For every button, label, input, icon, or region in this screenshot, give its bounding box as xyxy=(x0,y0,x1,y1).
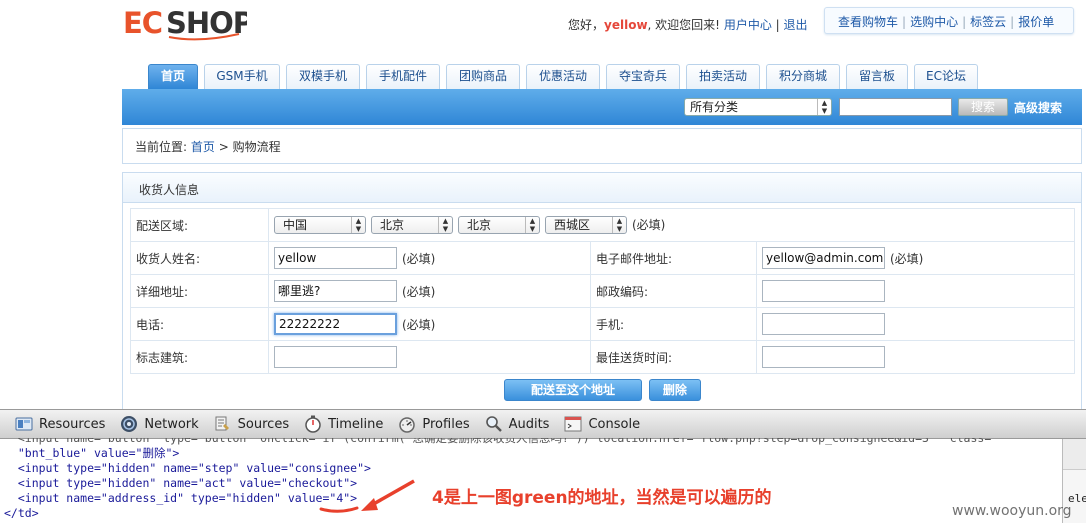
nav-tab-points-mall[interactable]: 积分商城 xyxy=(766,64,840,89)
name-label: 收货人姓名: xyxy=(130,241,269,275)
breadcrumb-home-link[interactable]: 首页 xyxy=(191,140,215,154)
console-icon xyxy=(564,416,582,432)
region-cell: 中国 ▲ ▼ 北京 ▲ ▼ 北京 ▲ ▼ 西城区 ▲ ▼ (必填) xyxy=(268,208,1075,242)
audits-magnifier-icon xyxy=(485,416,502,432)
watermark: www.wooyun.org xyxy=(952,503,1072,519)
panel-title: 收货人信息 xyxy=(123,173,1081,203)
address-input[interactable]: 哪里逃? xyxy=(274,280,397,302)
devtools-tab-network[interactable]: Network xyxy=(119,415,199,433)
best-time-label: 最佳送货时间: xyxy=(590,340,757,374)
breadcrumb: 当前位置: 首页 > 购物流程 xyxy=(122,128,1082,164)
mobile-input[interactable] xyxy=(762,313,885,335)
nav-tab-group-buy[interactable]: 团购商品 xyxy=(446,64,520,89)
nav-tab-accessories[interactable]: 手机配件 xyxy=(366,64,440,89)
sources-icon xyxy=(215,416,229,431)
nav-tab-dual-mode[interactable]: 双模手机 xyxy=(286,64,360,89)
greeting-text: 您好， xyxy=(568,18,605,32)
source-code-view[interactable]: <input name="button" type="button" oncli… xyxy=(0,438,1062,523)
code-line: <input name="button" type="button" oncli… xyxy=(4,438,992,445)
consignee-panel: 收货人信息 配送区域: 中国 ▲ ▼ 北京 ▲ ▼ 北京 ▲ ▼ 西城区 ▲ ▼ (必填) 收货人姓名:… xyxy=(122,172,1082,412)
devtools-tab-profiles[interactable]: Profiles xyxy=(397,415,470,433)
delete-address-button[interactable]: 删除 xyxy=(648,379,701,401)
profiles-gauge-icon xyxy=(399,417,416,433)
select-arrows-icon: ▲ ▼ xyxy=(351,217,365,234)
username: yellow xyxy=(604,18,648,32)
top-links-bar: 查看购物车 | 选购中心 | 标签云 | 报价单 xyxy=(824,7,1074,34)
email-label: 电子邮件地址: xyxy=(590,241,757,275)
breadcrumb-prefix: 当前位置: xyxy=(135,140,191,154)
advanced-search-link[interactable]: 高级搜索 xyxy=(1014,99,1062,116)
view-cart-link[interactable]: 查看购物车 xyxy=(838,15,898,29)
network-globe-icon xyxy=(121,416,138,432)
address-label: 详细地址: xyxy=(130,274,269,308)
landmark-input[interactable] xyxy=(274,346,397,368)
svg-text:EC: EC xyxy=(123,6,162,40)
shopping-center-link[interactable]: 选购中心 xyxy=(910,15,958,29)
devtools-tab-audits[interactable]: Audits xyxy=(484,415,549,433)
category-select-value: 所有分类 xyxy=(690,100,739,114)
ecshop-logo: EC SHOP xyxy=(123,6,247,41)
devtools-tab-resources[interactable]: Resources xyxy=(14,415,105,433)
country-select[interactable]: 中国 ▲ ▼ xyxy=(274,216,366,235)
required-note: (必填) xyxy=(402,251,436,266)
logout-link[interactable]: 退出 xyxy=(784,18,808,32)
best-time-input[interactable] xyxy=(762,346,885,368)
select-arrows-icon: ▲ ▼ xyxy=(612,217,626,234)
phone-input[interactable]: 22222222 xyxy=(274,313,397,335)
annotation-arrow-icon xyxy=(361,479,415,511)
nav-tab-home[interactable]: 首页 xyxy=(148,64,198,89)
required-note: (必填) xyxy=(402,317,436,332)
resources-icon xyxy=(15,417,33,431)
province-select[interactable]: 北京 ▲ ▼ xyxy=(371,216,453,235)
search-input[interactable] xyxy=(839,98,952,116)
region-label: 配送区域: xyxy=(130,208,269,242)
required-note: (必填) xyxy=(402,284,436,299)
quotation-link[interactable]: 报价单 xyxy=(1018,15,1054,29)
annotation-text: 4是上一图green的地址，当然是可以遍历的 xyxy=(432,488,772,508)
zipcode-input[interactable] xyxy=(762,280,885,302)
devtools-tab-console[interactable]: Console xyxy=(563,415,640,433)
tag-cloud-link[interactable]: 标签云 xyxy=(970,15,1006,29)
district-select[interactable]: 西城区 ▲ ▼ xyxy=(545,216,627,235)
breadcrumb-separator: > xyxy=(214,140,233,154)
consignee-form: 配送区域: 中国 ▲ ▼ 北京 ▲ ▼ 北京 ▲ ▼ 西城区 ▲ ▼ (必填) 收货人姓名: yello… xyxy=(130,208,1075,374)
category-select[interactable]: 所有分类 ▲ ▼ xyxy=(684,98,832,116)
zipcode-label: 邮政编码: xyxy=(590,274,757,308)
form-actions: 配送至这个地址 删除 xyxy=(504,379,701,401)
phone-label: 电话: xyxy=(130,307,269,341)
devtools-tab-timeline[interactable]: Timeline xyxy=(303,415,383,433)
user-welcome-bar: 您好，yellow, 欢迎您回来! 用户中心 | 退出 xyxy=(568,16,808,33)
email-input[interactable]: yellow@admin.com xyxy=(762,247,885,269)
breadcrumb-current: 购物流程 xyxy=(232,140,281,154)
user-center-link[interactable]: 用户中心 xyxy=(724,18,772,32)
ship-to-address-button[interactable]: 配送至这个地址 xyxy=(504,379,642,401)
required-note: (必填) xyxy=(890,251,924,266)
code-line: "bnt_blue" value="删除"> xyxy=(4,446,180,460)
main-nav: 首页 GSM手机 双模手机 手机配件 团购商品 优惠活动 夺宝奇兵 拍卖活动 积… xyxy=(148,64,984,89)
select-arrows-icon: ▲ ▼ xyxy=(525,217,539,234)
code-line: </td> xyxy=(4,506,39,520)
devtools-toolbar: Resources Network Sources Timeline Profi… xyxy=(0,409,1086,439)
code-line: <input type="hidden" name="step" value="… xyxy=(4,461,371,475)
underline-mark-icon xyxy=(319,506,359,513)
search-bar: 所有分类 ▲ ▼ 搜索 高级搜索 xyxy=(122,89,1082,125)
separator: | xyxy=(775,18,780,32)
nav-tab-guestbook[interactable]: 留言板 xyxy=(846,64,908,89)
search-button[interactable]: 搜索 xyxy=(958,98,1008,116)
city-select[interactable]: 北京 ▲ ▼ xyxy=(458,216,540,235)
devtools-tab-sources[interactable]: Sources xyxy=(213,415,289,433)
consignee-name-input[interactable]: yellow xyxy=(274,247,397,269)
mobile-label: 手机: xyxy=(590,307,757,341)
nav-tab-gsm[interactable]: GSM手机 xyxy=(204,64,280,89)
nav-tab-auction[interactable]: 拍卖活动 xyxy=(686,64,760,89)
select-arrows-icon: ▲ ▼ xyxy=(438,217,452,234)
nav-tab-forum[interactable]: EC论坛 xyxy=(914,64,978,89)
nav-tab-treasure[interactable]: 夺宝奇兵 xyxy=(606,64,680,89)
landmark-label: 标志建筑: xyxy=(130,340,269,374)
welcome-text: , 欢迎您回来! xyxy=(647,18,720,32)
timeline-stopwatch-icon xyxy=(305,415,321,433)
required-note: (必填) xyxy=(632,217,666,232)
nav-tab-promotions[interactable]: 优惠活动 xyxy=(526,64,600,89)
select-arrows-icon: ▲ ▼ xyxy=(817,99,831,115)
